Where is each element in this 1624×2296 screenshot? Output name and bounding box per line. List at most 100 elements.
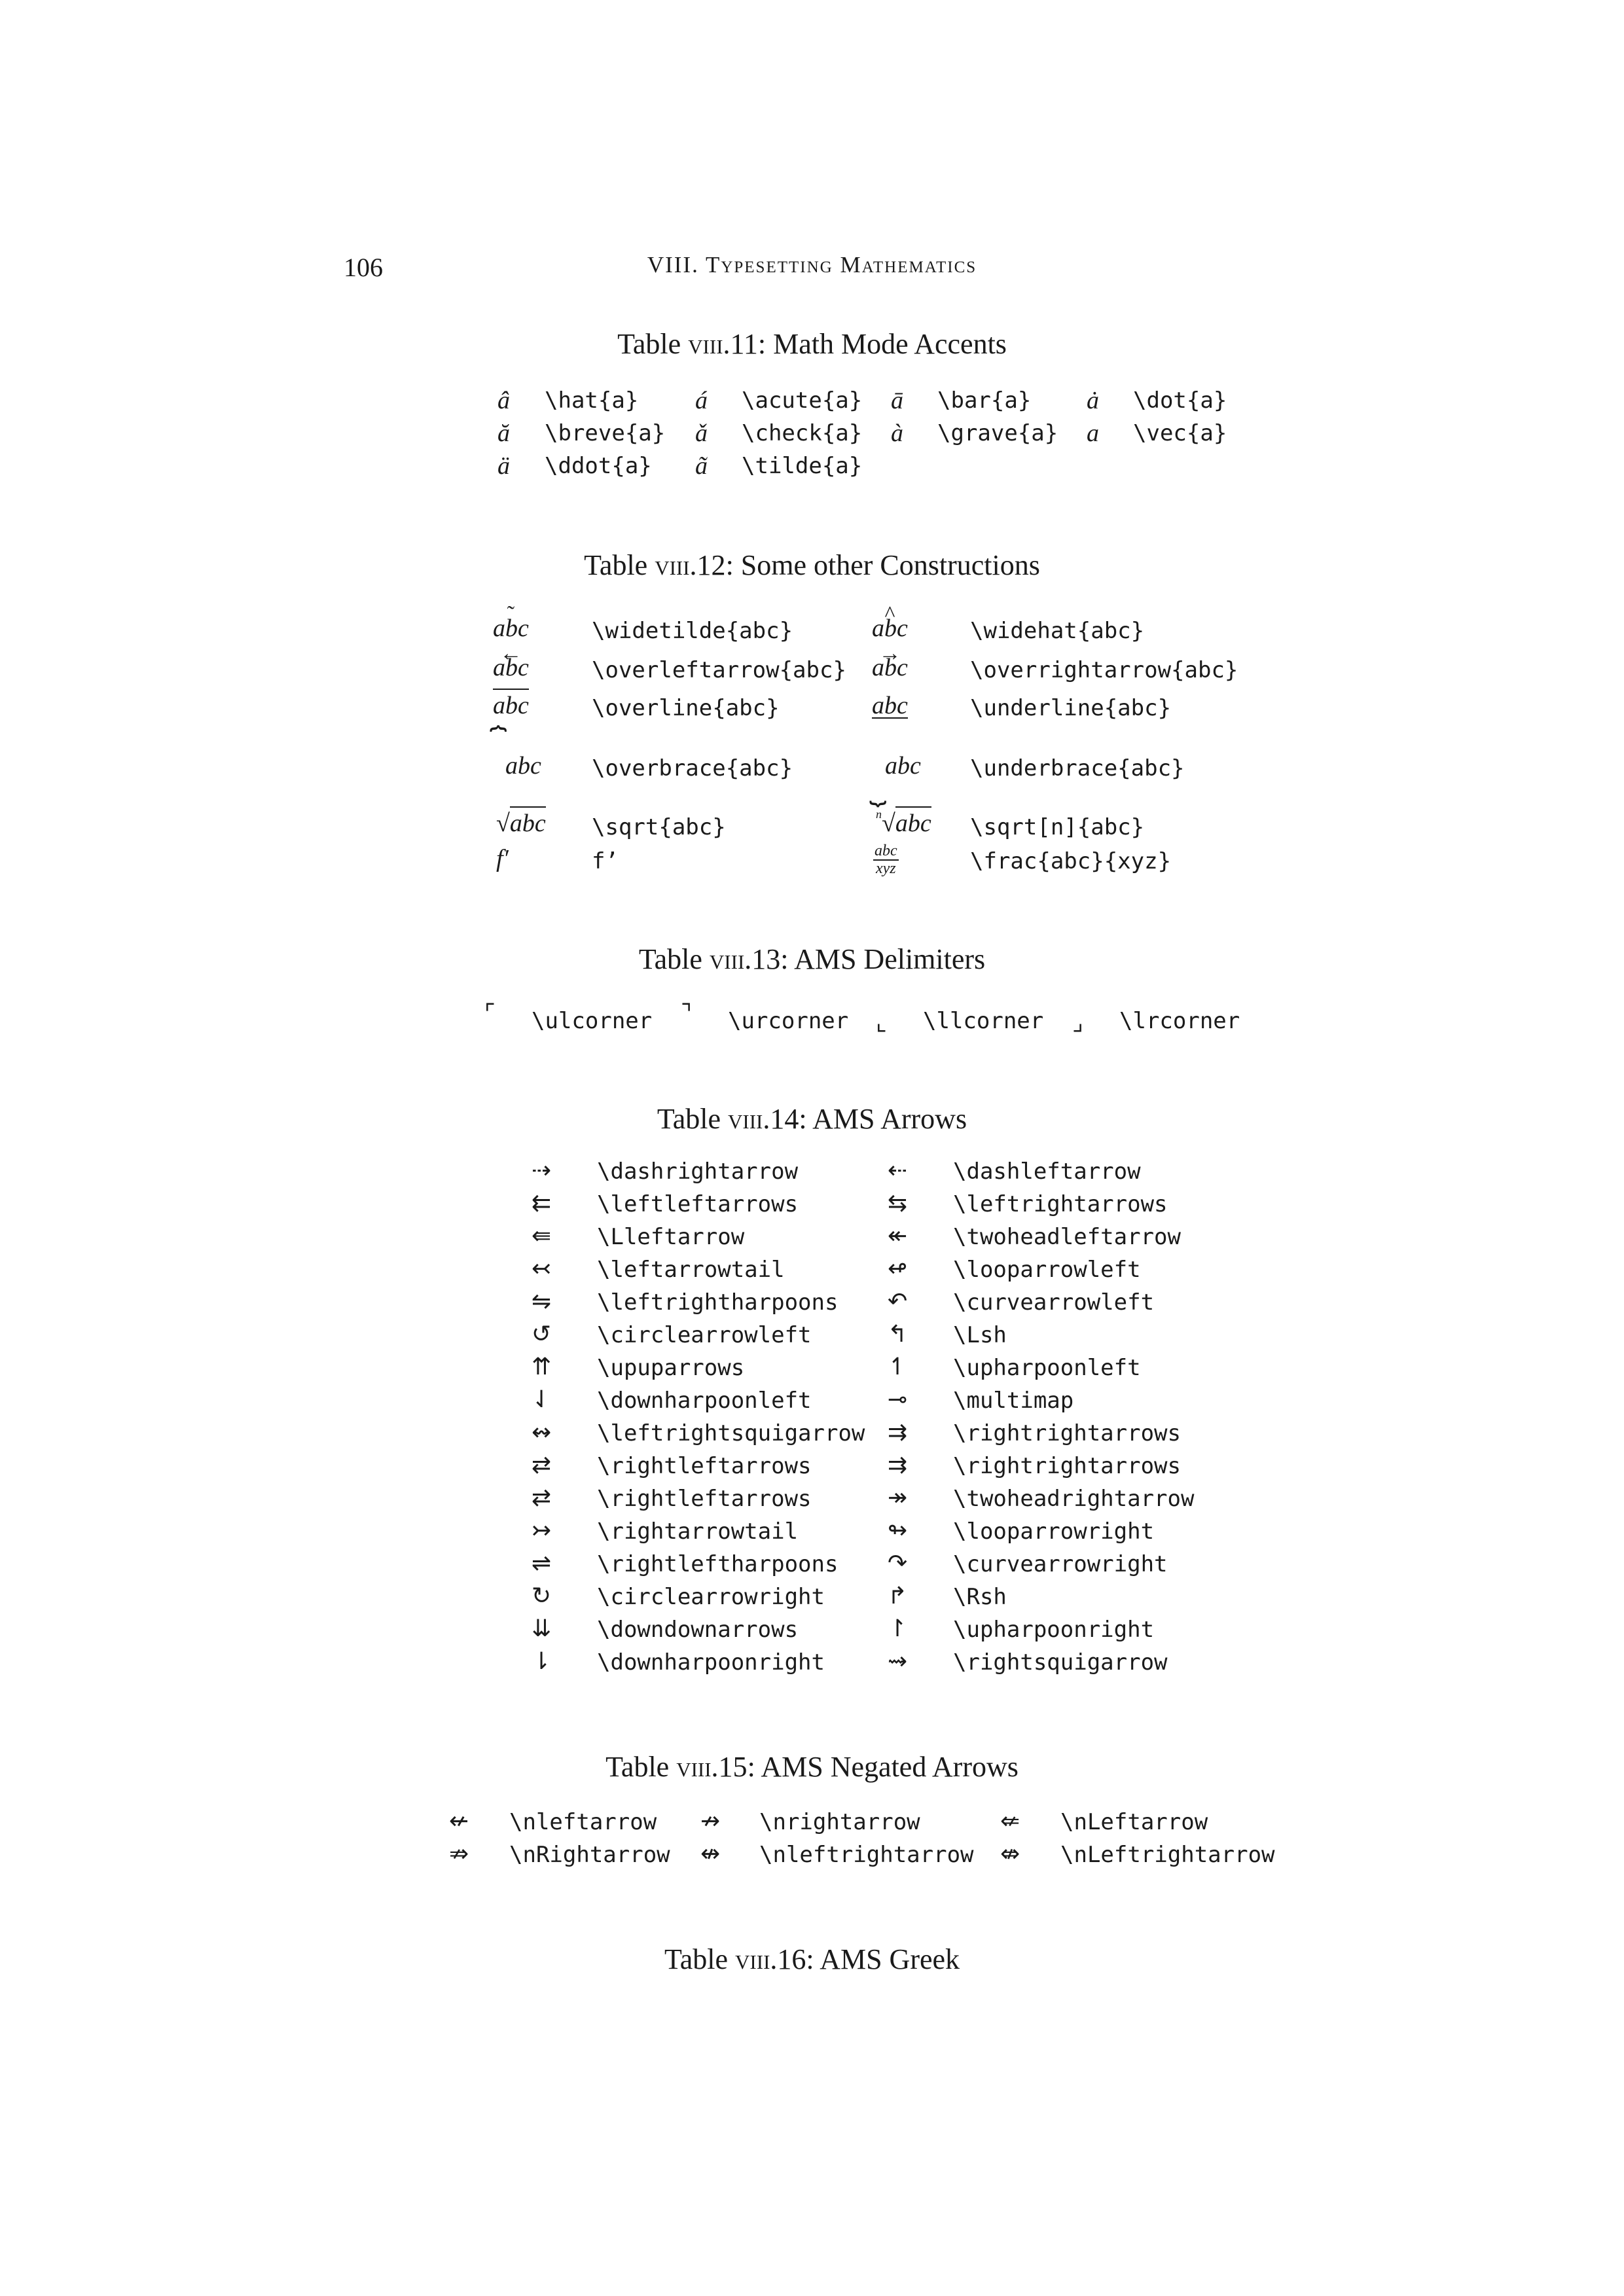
negated-arrow-icon: ⇎ <box>1000 1840 1020 1867</box>
arrow-icon: ⇆ <box>888 1190 908 1217</box>
arrow-icon: ⇢ <box>532 1157 552 1184</box>
arrow-icon: ↢ <box>532 1255 552 1282</box>
accent-command: \vec{a} <box>1133 420 1227 446</box>
arrow-icon: ⇌ <box>532 1550 552 1577</box>
widetilde-symbol: ˜ abc <box>493 602 529 643</box>
arrow-command: \leftrightharpoons <box>597 1289 839 1316</box>
arrow-command: \rightarrowtail <box>597 1518 799 1545</box>
construction-command: \overline{abc} <box>592 695 780 721</box>
delimiter-command: \lrcorner <box>1119 1008 1240 1034</box>
accent-symbol: à <box>891 420 903 447</box>
arrow-icon: ↾ <box>888 1615 908 1642</box>
arrow-icon: ⇃ <box>532 1386 552 1413</box>
delimiter-command: \urcorner <box>728 1008 849 1034</box>
arrow-command: \looparrowleft <box>953 1257 1141 1283</box>
accent-command: \bar{a} <box>937 387 1032 414</box>
arrow-command: \multimap <box>953 1388 1074 1414</box>
table-caption-ams-delimiters: Table viii.13: AMS Delimiters <box>638 943 986 975</box>
arrow-command: \dashleftarrow <box>953 1158 1141 1185</box>
arrow-icon: ⇉ <box>888 1419 908 1446</box>
accent-command: \hat{a} <box>545 387 639 414</box>
accent-command: \breve{a} <box>545 420 666 446</box>
arrow-command: \circlearrowright <box>597 1584 825 1610</box>
construction-command: \overleftarrow{abc} <box>592 657 846 683</box>
radical-icon: √ <box>882 810 895 837</box>
accent-symbol: ǎ <box>695 420 708 447</box>
arrow-icon: ⇝ <box>888 1648 908 1675</box>
sqrtn-symbol: n√ abc <box>876 806 931 838</box>
negated-arrow-command: \nRightarrow <box>509 1842 670 1868</box>
arrow-icon: ↰ <box>888 1321 908 1348</box>
arrow-command: \leftleftarrows <box>597 1191 799 1217</box>
arrow-icon: ⇈ <box>532 1354 552 1380</box>
accent-command: \check{a} <box>742 420 863 446</box>
lrcorner-icon: ⌟ <box>1072 1009 1083 1036</box>
arrow-command: \Lleftarrow <box>597 1224 745 1250</box>
construction-command: \overbrace{abc} <box>592 755 793 781</box>
arrow-icon: ↷ <box>888 1550 908 1577</box>
negated-arrow-command: \nleftrightarrow <box>759 1842 974 1868</box>
arrow-icon: ⇋ <box>532 1288 552 1315</box>
arrow-icon: ↿ <box>888 1354 908 1380</box>
construction-command: \widehat{abc} <box>970 618 1145 644</box>
running-head: VIII. Typesetting Mathematics <box>647 252 977 278</box>
accent-command: \grave{a} <box>937 420 1058 446</box>
arrow-icon: ⊸ <box>888 1386 908 1413</box>
table-caption-other-constructions: Table viii.12: Some other Constructions <box>584 549 1040 581</box>
arrow-icon: ↶ <box>888 1288 908 1315</box>
arrow-icon: ⇊ <box>532 1615 552 1642</box>
arrow-icon: ↻ <box>532 1583 552 1609</box>
delimiter-command: \llcorner <box>923 1008 1044 1034</box>
arrow-command: \leftrightsquigarrow <box>597 1420 865 1446</box>
arrow-command: \curvearrowright <box>953 1551 1168 1577</box>
underline-symbol: abc <box>872 692 908 719</box>
construction-command: \overrightarrow{abc} <box>970 657 1238 683</box>
ulcorner-icon: ⌜ <box>484 1000 496 1027</box>
arrow-command: \upharpoonleft <box>953 1355 1141 1381</box>
llcorner-icon: ⌞ <box>876 1009 887 1036</box>
arrow-icon: ↣ <box>532 1517 552 1544</box>
arrow-icon: ⇉ <box>888 1452 908 1479</box>
arrow-command: \Rsh <box>953 1584 1007 1610</box>
construction-command: \widetilde{abc} <box>592 618 793 644</box>
accent-symbol: a⃗ <box>1087 420 1119 447</box>
overrightarrow-symbol: → abc <box>872 641 908 682</box>
construction-command: \sqrt{abc} <box>592 814 726 840</box>
accent-symbol: â <box>497 387 510 414</box>
accent-command: \acute{a} <box>742 387 863 414</box>
arrow-command: \rightrightarrows <box>953 1453 1181 1479</box>
arrow-icon: ↱ <box>888 1583 908 1609</box>
construction-command: \underline{abc} <box>970 695 1172 721</box>
arrow-icon: ⇚ <box>532 1223 552 1249</box>
arrow-command: \downharpoonright <box>597 1649 825 1676</box>
negated-arrow-icon: ↚ <box>449 1808 469 1835</box>
arrow-icon: ↠ <box>888 1484 908 1511</box>
overleftarrow-symbol: ← abc <box>493 641 529 682</box>
frac-symbol: abc xyz <box>873 842 899 878</box>
arrow-command: \downdownarrows <box>597 1617 799 1643</box>
underbrace-icon: ⏟ <box>869 773 887 805</box>
arrow-icon: ⇄ <box>532 1452 552 1479</box>
arrow-icon: ↭ <box>532 1419 552 1446</box>
arrow-icon: ↫ <box>888 1255 908 1282</box>
accent-symbol: ā <box>891 387 903 414</box>
negated-arrow-command: \nLeftrightarrow <box>1060 1842 1275 1868</box>
negated-arrow-command: \nLeftarrow <box>1060 1809 1208 1835</box>
negated-arrow-icon: ↮ <box>700 1840 721 1867</box>
arrow-icon: ⇂ <box>532 1648 552 1675</box>
table-caption-ams-greek: Table viii.16: AMS Greek <box>664 1943 960 1975</box>
arrow-command: \twoheadrightarrow <box>953 1486 1195 1512</box>
construction-command: \frac{abc}{xyz} <box>970 848 1172 874</box>
table-caption-ams-arrows: Table viii.14: AMS Arrows <box>657 1103 967 1135</box>
arrow-command: \looparrowright <box>953 1518 1155 1545</box>
arrow-command: \leftrightarrows <box>953 1191 1168 1217</box>
arrow-command: \Lsh <box>953 1322 1007 1348</box>
construction-command: \sqrt[n]{abc} <box>970 814 1145 840</box>
arrow-command: \rightsquigarrow <box>953 1649 1168 1676</box>
arrow-command: \upuparrows <box>597 1355 745 1381</box>
accent-symbol: ă <box>497 420 510 447</box>
accent-symbol: ȧ <box>1087 387 1099 414</box>
arrow-icon: ↞ <box>888 1223 908 1249</box>
delimiter-command: \ulcorner <box>532 1008 653 1034</box>
construction-command: \underbrace{abc} <box>970 755 1185 781</box>
